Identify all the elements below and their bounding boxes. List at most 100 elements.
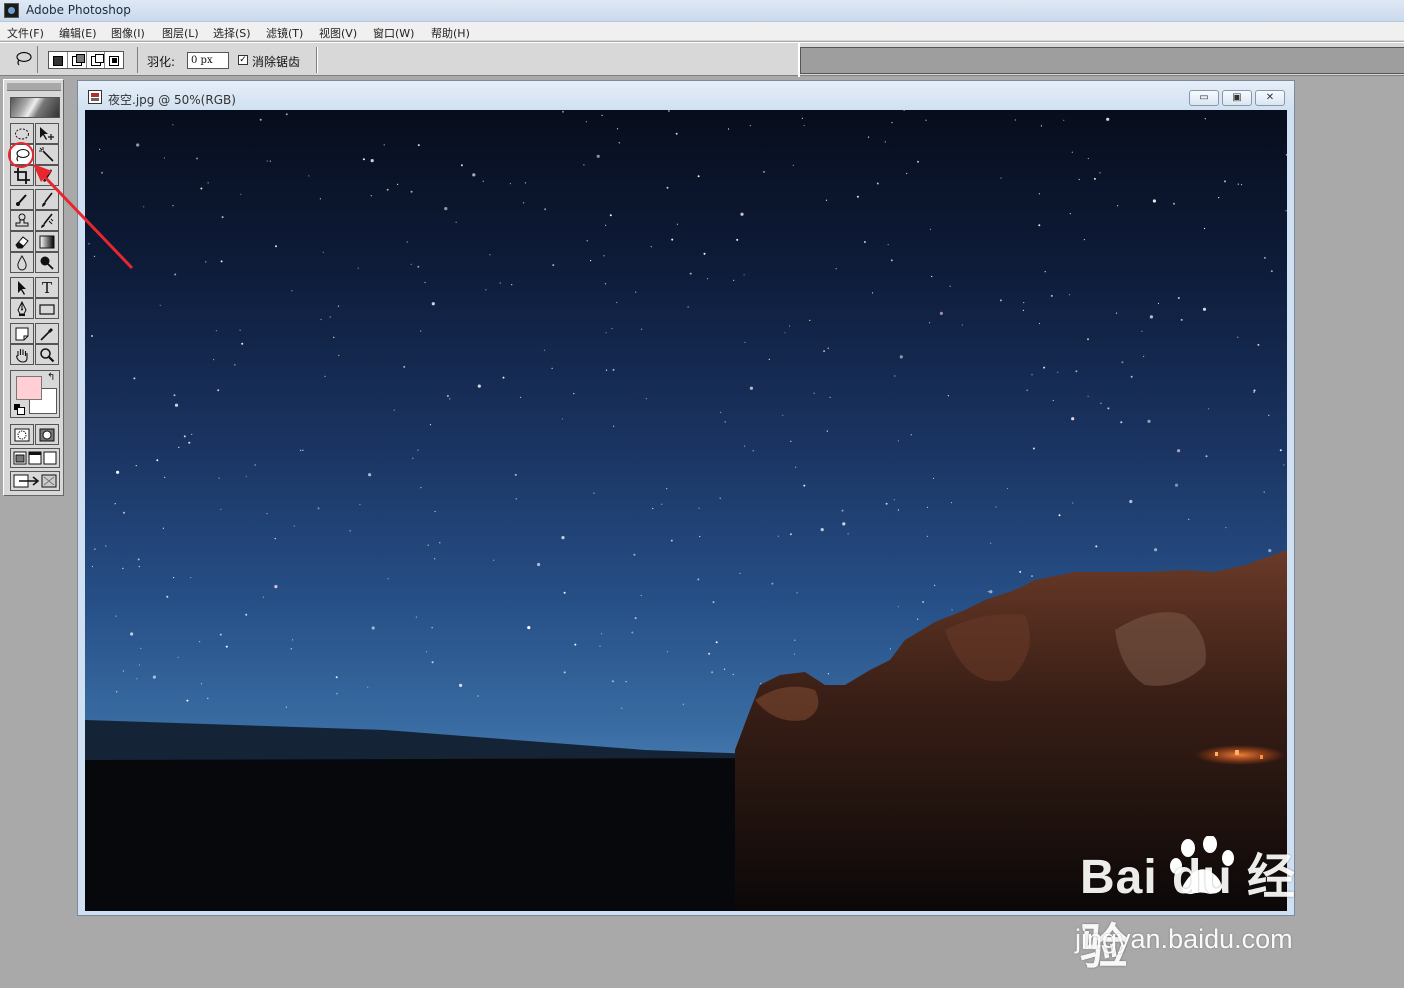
menu-filter[interactable]: 滤镜(T) (266, 25, 303, 41)
star (94, 548, 96, 550)
star (215, 330, 217, 332)
foreground-color-swatch[interactable] (16, 376, 42, 400)
lasso-tool[interactable] (10, 144, 34, 165)
star (266, 513, 268, 515)
gradient-tool[interactable] (35, 231, 59, 252)
default-colors-icon[interactable] (14, 404, 25, 415)
star (563, 591, 566, 594)
clone-stamp-tool[interactable] (10, 210, 34, 231)
minimize-button[interactable]: ▭ (1189, 90, 1219, 106)
star (612, 368, 615, 371)
star (122, 670, 124, 672)
menu-window[interactable]: 窗口(W) (373, 25, 414, 41)
notes-tool[interactable] (10, 323, 34, 344)
star (687, 306, 689, 308)
star (1057, 371, 1059, 373)
pen-tool[interactable] (10, 298, 34, 319)
slice-tool[interactable] (35, 165, 59, 186)
menu-image[interactable]: 图像(I) (111, 25, 145, 41)
star (164, 476, 166, 478)
rectangle-tool[interactable] (35, 298, 59, 319)
move-tool[interactable] (35, 123, 59, 144)
notes-icon (15, 327, 29, 340)
zoom-tool[interactable] (35, 344, 59, 365)
magic-wand-tool[interactable] (35, 144, 59, 165)
screen-mode-icon[interactable] (11, 449, 59, 467)
menu-help[interactable]: 帮助(H) (431, 25, 470, 41)
antialias-checkbox[interactable]: ✓ (238, 55, 248, 65)
crop-icon (14, 167, 30, 184)
marquee-tool[interactable] (10, 123, 34, 144)
star (88, 243, 90, 245)
star (697, 175, 700, 178)
blur-tool[interactable] (10, 252, 34, 273)
path-selection-icon (18, 280, 26, 295)
star (682, 703, 684, 705)
tool-preset-picker[interactable] (8, 46, 38, 73)
history-brush-icon (41, 213, 54, 228)
path-selection-tool[interactable] (10, 277, 34, 298)
eraser-tool[interactable] (10, 231, 34, 252)
brush-tool[interactable] (35, 189, 59, 210)
palette-well[interactable] (800, 47, 1404, 74)
star (362, 158, 365, 161)
menu-layer[interactable]: 图层(L) (162, 25, 199, 41)
crop-tool[interactable] (10, 165, 34, 186)
star (899, 355, 903, 359)
menu-select[interactable]: 选择(S) (213, 25, 251, 41)
star (515, 498, 517, 500)
star (910, 434, 912, 436)
star (931, 275, 933, 278)
star (357, 267, 359, 269)
maximize-button[interactable]: ▣ (1222, 90, 1252, 106)
star (1253, 391, 1255, 393)
new-selection-button[interactable] (49, 52, 68, 68)
history-brush-tool[interactable] (35, 210, 59, 231)
star (262, 596, 264, 598)
document-titlebar[interactable]: 夜空.jpg @ 50%(RGB) ▭ ▣ ✕ (78, 81, 1294, 109)
close-button[interactable]: ✕ (1255, 90, 1285, 106)
subtract-from-selection-button[interactable] (87, 52, 106, 68)
menu-file[interactable]: 文件(F) (7, 25, 44, 41)
star (166, 595, 169, 598)
star (621, 707, 623, 709)
type-tool[interactable]: T (35, 277, 59, 298)
star (403, 365, 406, 368)
eyedropper-tool[interactable] (35, 323, 59, 344)
zoom-icon (40, 347, 55, 362)
type-icon: T (41, 278, 52, 297)
star (727, 128, 730, 130)
adobe-online-button[interactable] (10, 97, 60, 118)
star (563, 671, 566, 674)
standard-mode-button[interactable] (10, 424, 34, 445)
star (1173, 202, 1175, 205)
menu-edit[interactable]: 编辑(E) (59, 25, 97, 41)
star (406, 241, 408, 243)
star (667, 110, 670, 112)
quick-mask-button[interactable] (35, 424, 59, 445)
eyedropper-icon (40, 327, 53, 341)
add-to-selection-button[interactable] (68, 52, 87, 68)
star (1095, 545, 1098, 548)
intersect-selection-button[interactable] (105, 52, 123, 68)
dodge-tool[interactable] (35, 252, 59, 273)
star (611, 680, 614, 683)
image-canvas[interactable] (85, 110, 1287, 911)
star (302, 449, 304, 451)
star (415, 616, 417, 618)
hand-tool[interactable] (10, 344, 34, 365)
star (245, 475, 247, 478)
star (514, 473, 517, 476)
feather-input[interactable] (187, 52, 229, 69)
jump-to-imageready-button[interactable] (10, 471, 60, 491)
star (317, 507, 320, 510)
star (1177, 297, 1180, 299)
toolbox: T ↰ (3, 79, 64, 496)
menu-view[interactable]: 视图(V) (319, 25, 357, 41)
healing-brush-tool[interactable] (10, 189, 34, 210)
star (1279, 449, 1282, 452)
toolbox-header[interactable] (7, 83, 61, 91)
imageready-icon (13, 474, 57, 488)
swap-colors-icon[interactable]: ↰ (47, 372, 55, 383)
star (188, 441, 191, 444)
